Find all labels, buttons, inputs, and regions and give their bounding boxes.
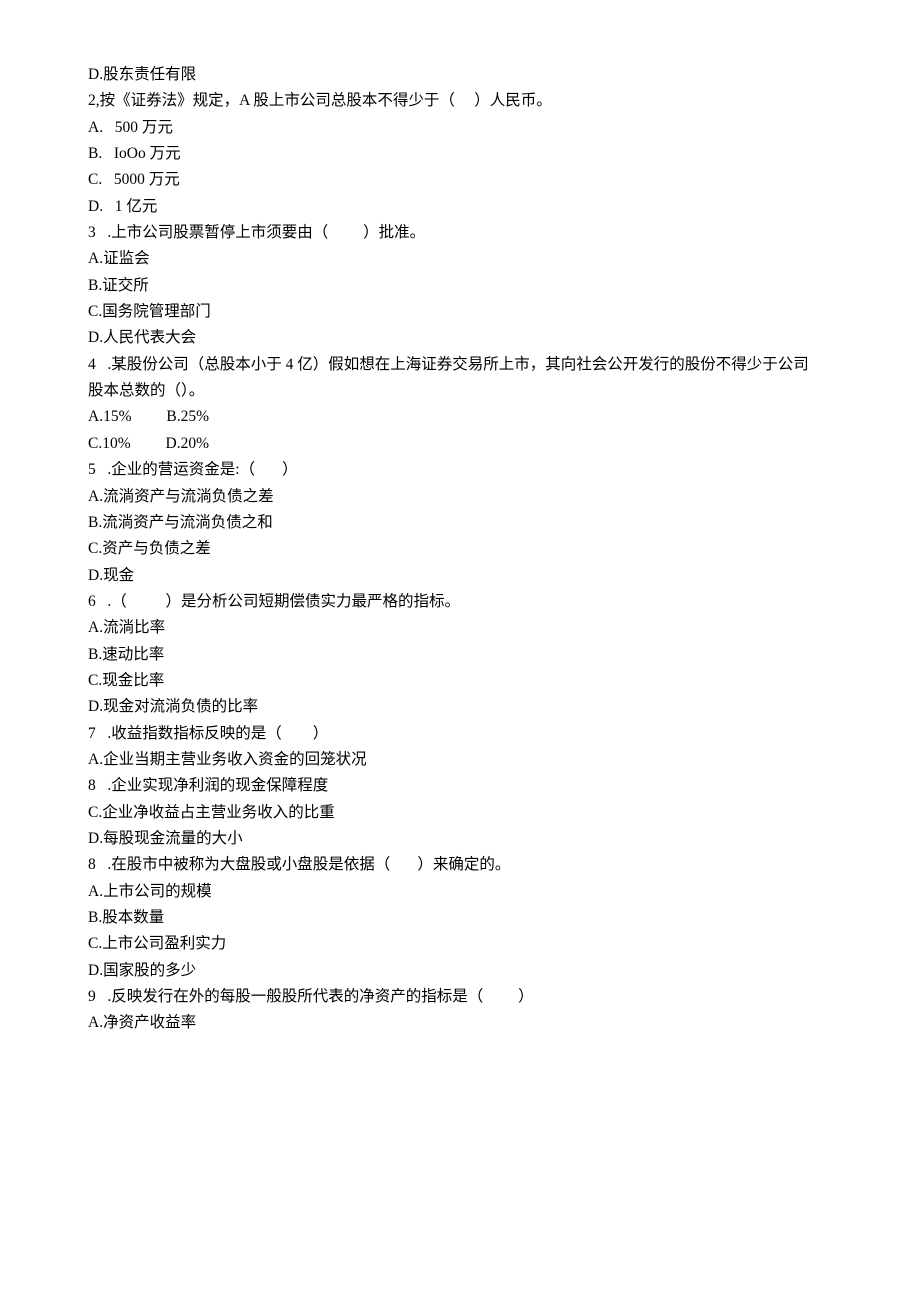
text-line: D.股东责任有限 (88, 62, 832, 88)
text-line: A.上市公司的规模 (88, 879, 832, 905)
document-page: D.股东责任有限 2,按《证券法》规定，A 股上市公司总股本不得少于（ ）人民币… (0, 0, 920, 1301)
text-line: D.人民代表大会 (88, 325, 832, 351)
text-line: 4 .某股份公司（总股本小于 4 亿）假如想在上海证券交易所上市，其向社会公开发… (88, 352, 832, 378)
text-line: D.现金 (88, 563, 832, 589)
text-line: B.流淌资产与流淌负债之和 (88, 510, 832, 536)
text-line: B.速动比率 (88, 642, 832, 668)
text-line: 8 .在股市中被称为大盘股或小盘股是依据（ ）来确定的。 (88, 852, 832, 878)
text-line: C.现金比率 (88, 668, 832, 694)
text-line: A. 500 万元 (88, 115, 832, 141)
text-line: 9 .反映发行在外的每股一般股所代表的净资产的指标是（ ） (88, 984, 832, 1010)
text-line: 7 .收益指数指标反映的是（ ） (88, 721, 832, 747)
text-line: B.股本数量 (88, 905, 832, 931)
text-line: C.资产与负债之差 (88, 536, 832, 562)
text-line: D.每股现金流量的大小 (88, 826, 832, 852)
text-line: 6 .（ ）是分析公司短期偿债实力最严格的指标。 (88, 589, 832, 615)
text-line: 股本总数的（）。 (88, 378, 832, 404)
text-line: B.证交所 (88, 273, 832, 299)
text-line: A.证监会 (88, 246, 832, 272)
text-line: A.企业当期主营业务收入资金的回笼状况 (88, 747, 832, 773)
text-line: C.上市公司盈利实力 (88, 931, 832, 957)
text-line: D.现金对流淌负债的比率 (88, 694, 832, 720)
text-line: D. 1 亿元 (88, 194, 832, 220)
text-line: 5 .企业的营运资金是:（ ） (88, 457, 832, 483)
text-line: D.国家股的多少 (88, 958, 832, 984)
text-line: A.流淌比率 (88, 615, 832, 641)
text-line: C.国务院管理部门 (88, 299, 832, 325)
text-line: C.企业净收益占主营业务收入的比重 (88, 800, 832, 826)
text-line: A.净资产收益率 (88, 1010, 832, 1036)
text-line: 2,按《证券法》规定，A 股上市公司总股本不得少于（ ）人民币。 (88, 88, 832, 114)
text-line: B. IoOo 万元 (88, 141, 832, 167)
text-line: C. 5000 万元 (88, 167, 832, 193)
text-line: 8 .企业实现净利润的现金保障程度 (88, 773, 832, 799)
text-line: A.流淌资产与流淌负债之差 (88, 484, 832, 510)
text-line: A.15% B.25% (88, 404, 832, 430)
text-line: 3 .上市公司股票暂停上市须要由（ ）批准。 (88, 220, 832, 246)
text-line: C.10% D.20% (88, 431, 832, 457)
